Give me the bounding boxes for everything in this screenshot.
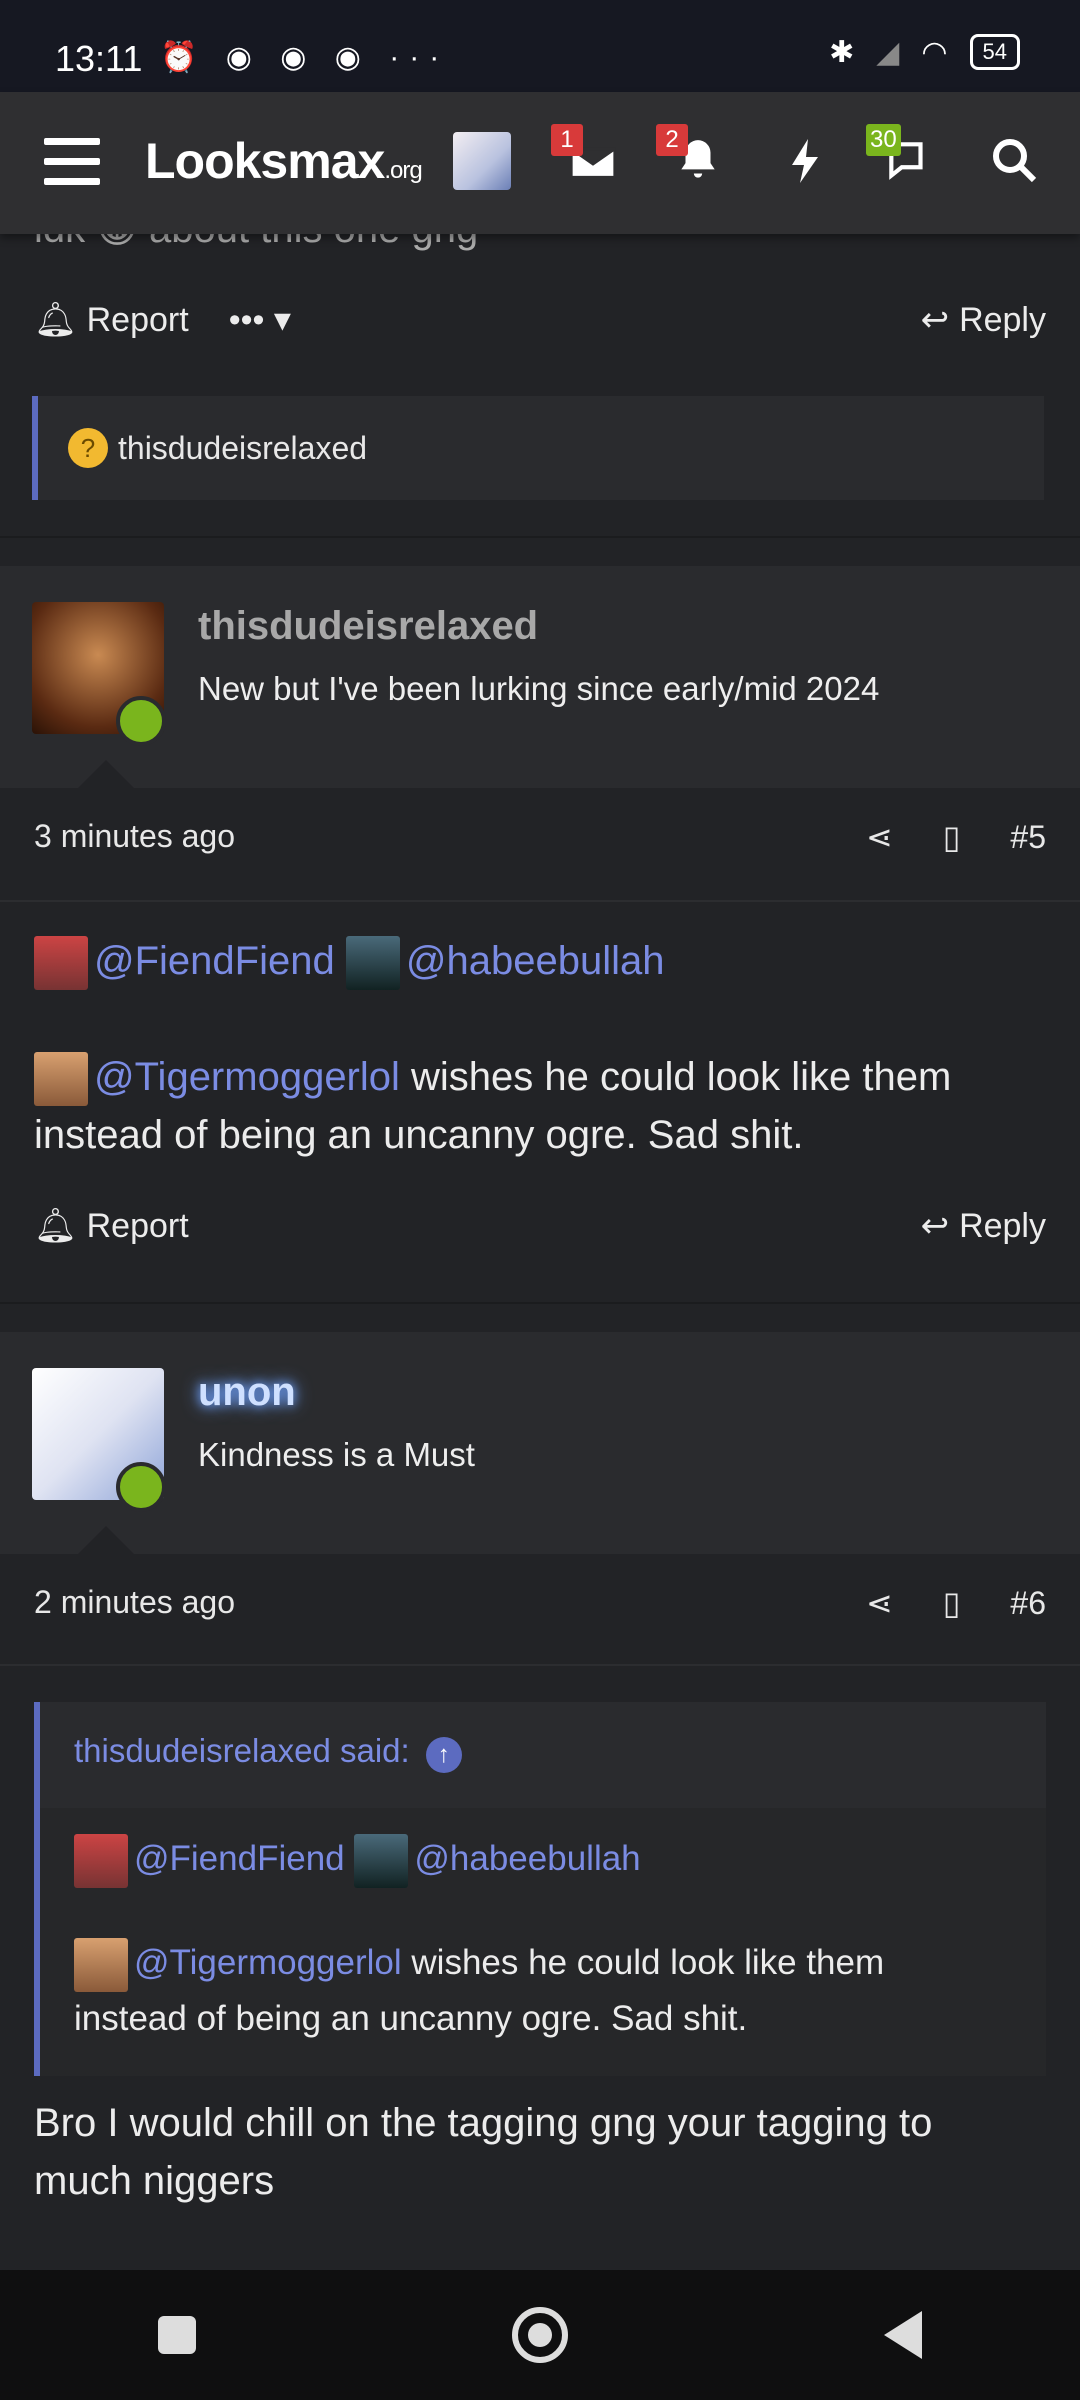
chat-badge: 30 [866,124,901,156]
caret-down-icon: ▾ [273,301,291,339]
bell-icon: 🔔︎ [34,1207,78,1245]
header-notch [78,1526,134,1554]
recent-apps-button[interactable] [158,2316,196,2354]
header-notch [78,760,134,788]
battery-indicator: 54 [969,34,1020,70]
more-label: ••• [228,301,265,339]
mention-link[interactable]: @FiendFiend [134,1839,345,1878]
back-button[interactable] [884,2311,922,2359]
reply-button[interactable]: ↩ Reply [921,300,1046,340]
system-navigation-bar [0,2270,1080,2400]
chat-icon[interactable]: 30 [866,124,936,192]
top-navigation: Looksmax.org 1 2 30 [0,92,1080,234]
inbox-badge: 1 [551,124,583,156]
wifi-icon: ◠ [921,35,948,69]
quote-author: thisdudeisrelaxed said: [74,1732,410,1769]
share-icon[interactable]: ⋖ [866,818,893,856]
quote-block: thisdudeisrelaxed said: ↑ @FiendFiend @ha… [34,1702,1046,2076]
post-body-line2: @Tigermoggerlol wishes he could look lik… [34,1048,1046,1164]
username[interactable]: thisdudeisrelaxed [198,604,538,649]
mention-avatar [34,936,88,991]
post-actions: 🔔︎ Report ↩ Reply [34,1206,1046,1266]
online-indicator [116,696,166,746]
mention-avatar [354,1833,409,1888]
reaction-user[interactable]: thisdudeisrelaxed [118,430,367,467]
notification-icons: ⏰ ◉ ◉ ◉ ··· [160,41,450,74]
reply-label: Reply [959,300,1046,339]
bookmark-icon[interactable]: ▯ [943,1584,961,1622]
search-icon[interactable] [986,136,1042,192]
home-button[interactable] [512,2307,568,2363]
logo-text: Looksmax [145,133,385,189]
report-button[interactable]: 🔔︎ Report [34,1206,189,1246]
divider [0,1664,1080,1666]
mention-avatar [74,1833,128,1888]
status-right: ✱ ◢ ◠ 54 [829,34,1020,70]
bell-icon: 🔔︎ [34,301,78,339]
quote-line2: @Tigermoggerlol wishes he could look lik… [74,1936,1004,2046]
post-meta: 3 minutes ago ⋖ ▯ #5 [34,818,1046,878]
reactions-bar[interactable]: ? thisdudeisrelaxed [32,396,1044,500]
inbox-icon[interactable]: 1 [551,124,621,192]
more-options-button[interactable]: ••• ▾ [229,300,291,340]
arrow-up-icon[interactable]: ↑ [425,1737,462,1773]
reply-icon: ↩ [920,1207,950,1245]
share-icon[interactable]: ⋖ [866,1584,893,1622]
mention-link[interactable]: @habeebullah [414,1839,640,1878]
thinking-emoji-icon: ? [68,428,108,468]
divider [0,1302,1080,1304]
user-title: New but I've been lurking since early/mi… [198,670,880,707]
account-avatar[interactable] [453,132,511,190]
username[interactable]: unon [198,1370,296,1415]
reply-icon: ↩ [920,301,950,339]
status-bar: 13:11 ⏰ ◉ ◉ ◉ ··· ✱ ◢ ◠ 54 [0,0,1080,92]
post-user-header: thisdudeisrelaxed New but I've been lurk… [0,566,1080,788]
mention-avatar [345,936,400,991]
alerts-badge: 2 [656,124,688,156]
divider [0,900,1080,902]
post-number[interactable]: #5 [1010,819,1046,856]
mention-avatar [34,1052,88,1107]
user-title: Kindness is a Must [198,1436,475,1473]
divider [0,536,1080,538]
bookmark-icon[interactable]: ▯ [943,818,961,856]
post-text: Bro I would chill on the tagging gng you… [34,2101,933,2203]
whats-new-icon[interactable] [778,136,834,192]
post-time[interactable]: 2 minutes ago [34,1584,235,1620]
report-label: Report [86,1207,189,1245]
report-button[interactable]: 🔔︎ Report [34,300,189,340]
alerts-icon[interactable]: 2 [656,124,726,192]
post-actions: 🔔︎ Report ••• ▾ ↩ Reply [34,300,1046,360]
quote-line1: @FiendFiend @habeebullah [74,1832,1004,1888]
mention-avatar [74,1937,128,1992]
mention-link[interactable]: @habeebullah [406,939,665,983]
quote-header[interactable]: thisdudeisrelaxed said: ↑ [74,1732,462,1773]
post-body-line1: @FiendFiend @habeebullah [34,932,1046,991]
mention-link[interactable]: @FiendFiend [94,939,335,983]
post-number[interactable]: #6 [1010,1585,1046,1622]
reply-button[interactable]: ↩ Reply [921,1206,1046,1246]
report-label: Report [86,301,189,339]
site-logo[interactable]: Looksmax.org [145,132,423,190]
post-time[interactable]: 3 minutes ago [34,818,235,854]
status-time: 13:11 [55,38,143,79]
post-meta: 2 minutes ago ⋖ ▯ #6 [34,1584,1046,1644]
menu-icon[interactable] [44,138,100,186]
online-indicator [116,1462,166,1512]
logo-suffix: .org [384,157,422,184]
signal-icon: ◢ [876,35,900,69]
quote-body: @FiendFiend @habeebullah @Tigermoggerlol… [40,1808,1046,2076]
mention-link[interactable]: @Tigermoggerlol [134,1943,402,1982]
bluetooth-icon: ✱ [829,35,855,69]
post-user-header: unon Kindness is a Must [0,1332,1080,1554]
reply-label: Reply [959,1206,1046,1245]
mention-link[interactable]: @Tigermoggerlol [94,1055,400,1099]
